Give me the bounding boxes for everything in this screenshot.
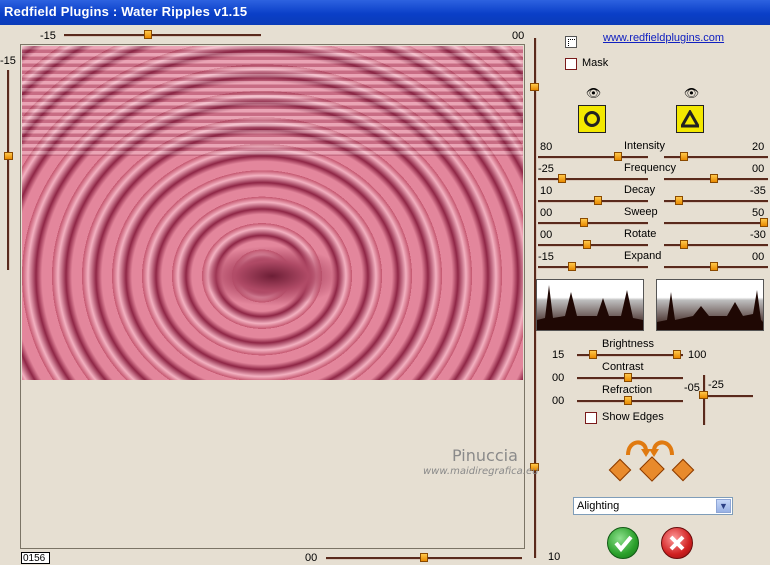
rotate-left-value: 00	[540, 229, 553, 241]
zoom-fit-icon[interactable]	[565, 36, 577, 48]
rotate-label: Rotate	[624, 228, 657, 240]
intensity-right-value: 20	[752, 141, 765, 153]
sweep-right-thumb[interactable]	[760, 218, 768, 227]
mask-label: Mask	[582, 57, 609, 69]
frequency-left-track[interactable]	[538, 178, 648, 181]
expand-left-track[interactable]	[538, 266, 648, 269]
contrast-value: 00	[552, 372, 565, 384]
checkmark-icon	[614, 535, 633, 553]
top-slider-track[interactable]	[64, 34, 261, 37]
rotate-right-thumb[interactable]	[680, 240, 688, 249]
decay-left-thumb[interactable]	[594, 196, 602, 205]
bottom-slider-thumb[interactable]	[420, 553, 428, 562]
intensity-left-thumb[interactable]	[614, 152, 622, 161]
frame-counter: 0156	[21, 552, 50, 564]
website-link[interactable]: www.redfieldplugins.com	[603, 32, 724, 44]
sweep-left-track[interactable]	[538, 222, 648, 225]
circle-icon	[584, 111, 600, 127]
top-slider-min-label: -15	[40, 30, 56, 42]
window-title: Redfield Plugins : Water Ripples v1.15	[4, 4, 248, 19]
intensity-right-thumb[interactable]	[680, 152, 688, 161]
eye-icon-left: 👁	[586, 86, 602, 100]
sweep-left-value: 00	[540, 207, 553, 219]
expand-left-thumb[interactable]	[568, 262, 576, 271]
ripple-profile-graph-left[interactable]	[536, 279, 644, 331]
left-slider-track[interactable]	[7, 70, 10, 270]
frequency-left-value: -25	[538, 163, 554, 175]
watermark-name: Pinuccia	[452, 446, 518, 465]
ok-button[interactable]	[607, 527, 639, 559]
rotate-left-track[interactable]	[538, 244, 648, 247]
mask-checkbox[interactable]	[565, 58, 577, 70]
refraction-value: 00	[552, 395, 565, 407]
brightness-label: Brightness	[602, 338, 654, 350]
expand-right-value: 00	[752, 251, 765, 263]
brightness-thumb-high[interactable]	[673, 350, 681, 359]
sweep-left-thumb[interactable]	[580, 218, 588, 227]
side-slider-right-label: -25	[708, 379, 724, 391]
brightness-max-label: 100	[688, 349, 707, 361]
sweep-right-track[interactable]	[664, 222, 768, 225]
frequency-label: Frequency	[624, 162, 676, 174]
top-slider-max-label: 00	[512, 30, 525, 42]
show-edges-label: Show Edges	[602, 411, 664, 423]
intensity-left-track[interactable]	[538, 156, 648, 159]
side-slider-left-label: -05	[684, 382, 700, 394]
lighting-preset-dropdown[interactable]: Alighting ▼	[573, 497, 733, 515]
contrast-label: Contrast	[602, 361, 644, 373]
brightness-min-label: 15	[552, 349, 565, 361]
chevron-down-icon[interactable]: ▼	[716, 499, 731, 513]
decay-right-value: -35	[750, 185, 766, 197]
expand-label: Expand	[624, 250, 662, 262]
preview-ripple-highlight	[22, 46, 523, 156]
refraction-label: Refraction	[602, 384, 653, 396]
dropdown-selected-value: Alighting	[577, 500, 620, 512]
frequency-right-thumb[interactable]	[710, 174, 718, 183]
triangle-mode-button[interactable]	[676, 105, 704, 133]
bottom-slider-max-label: 10	[548, 551, 561, 563]
frequency-left-thumb[interactable]	[558, 174, 566, 183]
bottom-slider-min-label: 00	[305, 552, 318, 564]
side-horizontal-slider-track[interactable]	[703, 395, 753, 398]
intensity-label: Intensity	[624, 140, 665, 152]
expand-right-thumb[interactable]	[710, 262, 718, 271]
eye-icon-right: 👁	[684, 86, 700, 100]
triangle-icon	[681, 110, 699, 128]
decay-label: Decay	[624, 184, 656, 196]
expand-left-value: -15	[538, 251, 554, 263]
left-slider-label: -15	[0, 55, 16, 67]
rotate-right-value: -30	[750, 229, 766, 241]
cancel-button[interactable]	[661, 527, 693, 559]
circle-mode-button[interactable]	[578, 105, 606, 133]
close-icon	[669, 535, 685, 551]
frequency-right-value: 00	[752, 163, 765, 175]
ripple-profile-graph-right[interactable]	[656, 279, 764, 331]
top-slider-thumb[interactable]	[144, 30, 152, 39]
decay-left-track[interactable]	[538, 200, 648, 203]
refraction-thumb[interactable]	[624, 396, 632, 405]
decay-right-thumb[interactable]	[675, 196, 683, 205]
intensity-left-value: 80	[540, 141, 553, 153]
side-slider-thumb[interactable]	[699, 391, 708, 399]
sweep-label: Sweep	[624, 206, 658, 218]
rotate-arrows-icon[interactable]	[624, 435, 676, 457]
watermark-site: www.maidiregrafica.eu	[423, 466, 539, 477]
right-vertical-slider-thumb-top[interactable]	[530, 83, 539, 91]
side-vertical-slider-track[interactable]	[703, 375, 706, 425]
left-slider-thumb[interactable]	[4, 152, 13, 160]
preview-image[interactable]	[22, 46, 523, 380]
contrast-thumb[interactable]	[624, 373, 632, 382]
show-edges-checkbox[interactable]	[585, 412, 597, 424]
decay-left-value: 10	[540, 185, 553, 197]
title-bar: Redfield Plugins : Water Ripples v1.15	[0, 0, 770, 25]
rotate-left-thumb[interactable]	[583, 240, 591, 249]
brightness-thumb-low[interactable]	[589, 350, 597, 359]
